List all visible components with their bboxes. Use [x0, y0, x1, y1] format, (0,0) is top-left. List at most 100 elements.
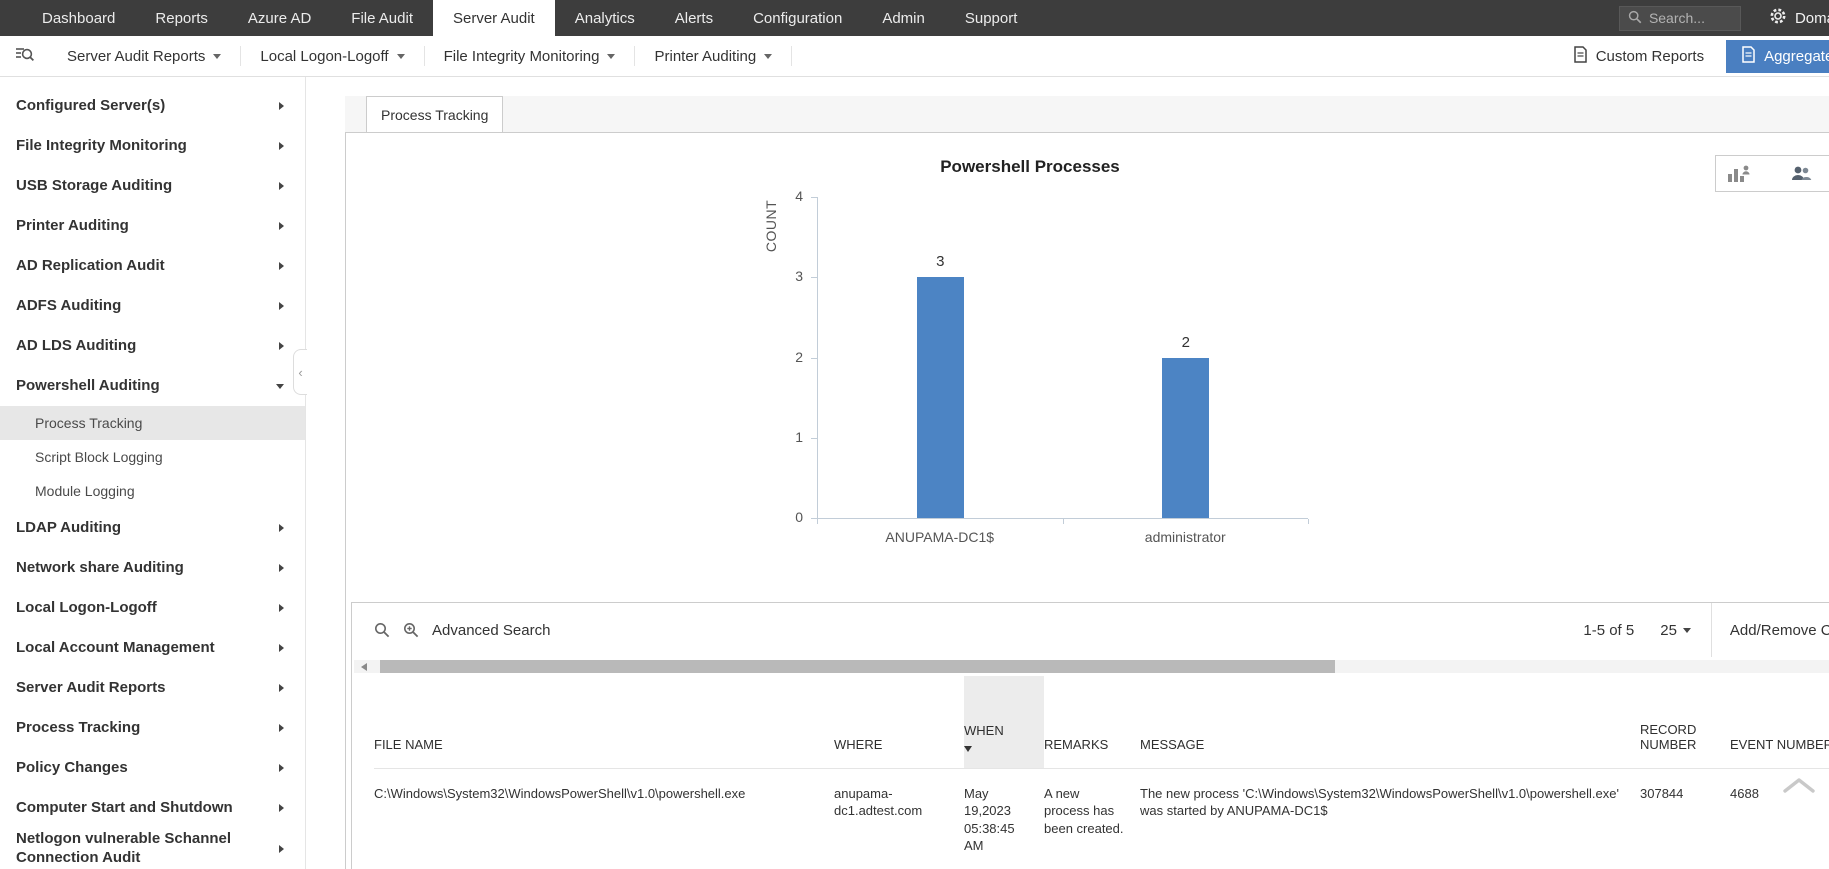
- nav-item-dashboard[interactable]: Dashboard: [22, 0, 135, 36]
- sort-desc-icon[interactable]: [964, 745, 972, 752]
- x-tick-mark: [817, 519, 818, 524]
- column-header-file-name[interactable]: FILE NAME: [374, 676, 834, 768]
- nav-item-azure-ad[interactable]: Azure AD: [228, 0, 331, 36]
- global-search-input[interactable]: Search...: [1618, 5, 1741, 31]
- quick-search-icon[interactable]: [374, 622, 390, 638]
- sidebar-item-label: Configured Server(s): [16, 96, 166, 114]
- sidebar-item-local-account-management[interactable]: Local Account Management: [0, 628, 305, 668]
- advanced-search-icon[interactable]: [403, 622, 419, 638]
- y-tick-label: 0: [795, 509, 803, 525]
- nav-item-configuration[interactable]: Configuration: [733, 0, 862, 36]
- chevron-right-icon: [279, 604, 284, 612]
- cell-record-number: 307844: [1640, 767, 1730, 869]
- chevron-down-icon: [1682, 627, 1691, 633]
- report-search-button[interactable]: [0, 46, 48, 66]
- chevron-right-icon: [279, 262, 284, 270]
- column-header-when[interactable]: WHEN: [964, 676, 1044, 768]
- domain-settings-label: Domain Settings: [1794, 9, 1829, 27]
- sidebar-item-label: USB Storage Auditing: [16, 176, 173, 194]
- y-tick-label: 2: [795, 348, 803, 365]
- y-tick-label: 3: [795, 268, 803, 285]
- custom-reports-button[interactable]: Custom Reports: [1573, 45, 1705, 67]
- sidebar-item-netlogon-vulnerable-schannel-connection-audit[interactable]: Netlogon vulnerable Schannel Connection …: [0, 828, 305, 869]
- report-document-icon: [1573, 45, 1588, 67]
- nav-item-support[interactable]: Support: [945, 0, 1038, 36]
- sidebar-item-computer-start-and-shutdown[interactable]: Computer Start and Shutdown: [0, 788, 305, 828]
- tab-process-tracking[interactable]: Process Tracking: [366, 96, 504, 132]
- nav-item-analytics[interactable]: Analytics: [555, 0, 655, 36]
- filter-dropdown-server-audit-reports[interactable]: Server Audit Reports: [48, 48, 240, 65]
- sidebar-subitem-module-logging[interactable]: Module Logging: [0, 474, 305, 508]
- chevron-up-icon: [1782, 778, 1816, 798]
- sidebar-subitem-script-block-logging[interactable]: Script Block Logging: [0, 440, 305, 474]
- custom-reports-label: Custom Reports: [1595, 47, 1705, 65]
- x-axis-category-label: administrator: [1144, 529, 1226, 545]
- column-header-remarks[interactable]: REMARKS: [1044, 676, 1140, 768]
- sidebar-item-ldap-auditing[interactable]: LDAP Auditing: [0, 508, 305, 548]
- chevron-right-icon: [279, 764, 284, 772]
- sidebar-item-local-logon-logoff[interactable]: Local Logon-Logoff: [0, 588, 305, 628]
- sidebar-item-configured-server-s[interactable]: Configured Server(s): [0, 86, 305, 126]
- nav-item-server-audit[interactable]: Server Audit: [433, 0, 555, 36]
- page-size-dropdown[interactable]: 25: [1660, 622, 1691, 639]
- chevron-left-icon: ‹: [298, 364, 303, 380]
- cell-file-name: C:\Windows\System32\WindowsPowerShell\v1…: [374, 767, 834, 869]
- chevron-down-icon: [764, 53, 773, 59]
- sidebar-item-process-tracking[interactable]: Process Tracking: [0, 708, 305, 748]
- secondary-nav: Server Audit Reports Local Logon-Logoff Fi…: [0, 36, 1829, 77]
- chevron-right-icon: [279, 524, 284, 532]
- scrollbar-thumb[interactable]: [380, 660, 1335, 673]
- sidebar-item-server-audit-reports[interactable]: Server Audit Reports: [0, 668, 305, 708]
- sidebar-item-label: File Integrity Monitoring: [16, 136, 187, 154]
- chevron-down-icon: [213, 53, 222, 59]
- filter-dropdown-printer-auditing[interactable]: Printer Auditing: [635, 48, 791, 65]
- sidebar-collapse-handle[interactable]: ‹: [293, 349, 307, 395]
- report-search-icon: [15, 46, 34, 66]
- add-remove-columns-button[interactable]: Add/Remove Columns: [1710, 603, 1829, 657]
- sidebar-item-powershell-auditing[interactable]: Powershell Auditing: [0, 366, 305, 406]
- scroll-left-icon[interactable]: [361, 663, 367, 671]
- nav-item-alerts[interactable]: Alerts: [655, 0, 733, 36]
- sidebar-menu: Configured Server(s) File Integrity Monit…: [0, 86, 305, 869]
- column-header-event-number[interactable]: EVENT NUMBER: [1730, 676, 1829, 768]
- advanced-search-label[interactable]: Advanced Search: [432, 622, 550, 639]
- sidebar-item-label: AD LDS Auditing: [16, 336, 137, 354]
- sidebar-subitem-process-tracking[interactable]: Process Tracking: [0, 406, 305, 440]
- filter-dropdown-local-logon-logoff[interactable]: Local Logon-Logoff: [241, 48, 423, 65]
- nav-item-admin[interactable]: Admin: [862, 0, 945, 36]
- y-tick-label: 1: [795, 428, 803, 445]
- chevron-right-icon: [279, 804, 284, 812]
- table-row[interactable]: C:\Windows\System32\WindowsPowerShell\v1…: [374, 767, 1829, 869]
- nav-item-reports[interactable]: Reports: [135, 0, 228, 36]
- scroll-to-top-button[interactable]: [1782, 776, 1816, 799]
- sidebar-item-label: Computer Start and Shutdown: [16, 798, 233, 816]
- user-chart-report-icon[interactable]: [1726, 163, 1750, 185]
- sidebar-item-file-integrity-monitoring[interactable]: File Integrity Monitoring: [0, 126, 305, 166]
- sidebar-item-label: Policy Changes: [16, 758, 128, 776]
- sidebar-item-network-share-auditing[interactable]: Network share Auditing: [0, 548, 305, 588]
- column-header-message[interactable]: MESSAGE: [1140, 676, 1640, 768]
- chevron-right-icon: [279, 844, 284, 853]
- bar-chart: Powershell Processes COUNT 0 1 2 3 4 3 ANUPAMA…: [346, 133, 1829, 602]
- chevron-right-icon: [279, 564, 284, 572]
- nav-item-file-audit[interactable]: File Audit: [331, 0, 433, 36]
- sidebar-item-ad-replication-audit[interactable]: AD Replication Audit: [0, 246, 305, 286]
- sidebar-item-usb-storage-auditing[interactable]: USB Storage Auditing: [0, 166, 305, 206]
- aggregate-reports-button[interactable]: Aggregate Reports: [1726, 39, 1829, 73]
- bar-administrator[interactable]: [1162, 357, 1210, 518]
- column-header-where[interactable]: WHERE: [834, 676, 964, 768]
- sidebar-item-label: Process Tracking: [16, 718, 141, 736]
- chevron-right-icon: [279, 644, 284, 652]
- column-header-record-number[interactable]: RECORD NUMBER: [1640, 676, 1730, 768]
- filter-dropdown-file-integrity-monitoring[interactable]: File Integrity Monitoring: [425, 48, 635, 65]
- sidebar-item-printer-auditing[interactable]: Printer Auditing: [0, 206, 305, 246]
- users-report-icon[interactable]: [1790, 164, 1812, 184]
- layout: Configured Server(s) File Integrity Monit…: [0, 77, 1829, 869]
- domain-settings-button[interactable]: Domain Settings: [1769, 7, 1829, 29]
- table-toolbar: Advanced Search 1-5 of 5 25 Add/Remove C…: [352, 603, 1829, 657]
- bar-anupama-dc1[interactable]: [916, 277, 964, 518]
- sidebar-item-ad-lds-auditing[interactable]: AD LDS Auditing: [0, 326, 305, 366]
- sidebar-item-adfs-auditing[interactable]: ADFS Auditing: [0, 286, 305, 326]
- sidebar-item-label: ADFS Auditing: [16, 296, 122, 314]
- sidebar-item-policy-changes[interactable]: Policy Changes: [0, 748, 305, 788]
